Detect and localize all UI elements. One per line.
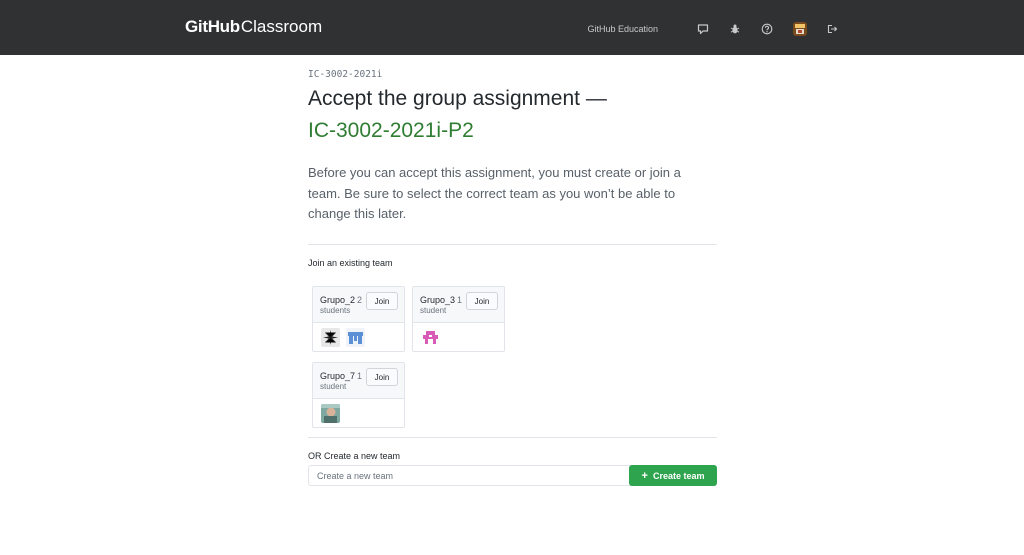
member-avatar[interactable] — [421, 328, 440, 347]
team-member-unit: student — [320, 382, 347, 391]
plus-icon: + — [641, 469, 648, 482]
course-name: IC-3002-2021i — [308, 69, 383, 80]
join-team-button[interactable]: Join — [366, 368, 398, 386]
team-name: Grupo_2 — [320, 295, 356, 305]
team-card-grupo-7: Grupo_7 1 student Join — [312, 362, 405, 428]
member-avatar[interactable] — [321, 404, 340, 423]
question-icon[interactable] — [760, 22, 774, 36]
join-team-button[interactable]: Join — [366, 292, 398, 310]
team-card-grupo-2: Grupo_2 2 students Join — [312, 286, 405, 352]
team-members — [313, 323, 404, 351]
team-card-grupo-3: Grupo_3 1 student Join — [412, 286, 505, 352]
assignment-title: IC-3002-2021i-P2 — [308, 119, 474, 142]
team-card-header: Grupo_7 1 student Join — [313, 363, 404, 399]
team-member-unit: students — [320, 306, 351, 315]
new-team-name-input[interactable] — [308, 465, 631, 486]
team-card-header: Grupo_3 1 student Join — [413, 287, 504, 323]
join-team-button[interactable]: Join — [466, 292, 498, 310]
divider — [308, 437, 717, 438]
divider — [308, 244, 717, 245]
team-member-count: 1 — [357, 371, 363, 381]
brand-bold: GitHub — [185, 17, 240, 36]
top-nav-links: GitHub Education — [587, 18, 839, 40]
team-member-unit: student — [420, 306, 447, 315]
create-section-title: OR Create a new team — [308, 451, 401, 461]
member-avatar[interactable] — [321, 328, 340, 347]
github-education-link[interactable]: GitHub Education — [587, 24, 658, 34]
team-member-count: 1 — [457, 295, 463, 305]
sign-out-icon[interactable] — [825, 22, 839, 36]
team-members — [313, 399, 404, 427]
team-card-header: Grupo_2 2 students Join — [313, 287, 404, 323]
github-classroom-logo[interactable]: GitHub Classroom — [185, 17, 322, 39]
user-avatar[interactable] — [793, 22, 807, 36]
create-team-label: Create team — [652, 470, 705, 481]
team-name: Grupo_3 — [420, 295, 456, 305]
brand-light: Classroom — [240, 17, 323, 36]
instructions-text: Before you can accept this assignment, y… — [308, 165, 681, 221]
comment-icon[interactable] — [696, 22, 710, 36]
page-title: Accept the group assignment — — [308, 87, 607, 110]
top-navigation-bar: GitHub Classroom GitHub Education — [0, 0, 1024, 55]
bug-icon[interactable] — [728, 22, 742, 36]
create-team-button[interactable]: + Create team — [629, 465, 717, 486]
team-name: Grupo_7 — [320, 371, 356, 381]
member-avatar[interactable] — [346, 328, 365, 347]
team-members — [413, 323, 504, 351]
team-member-count: 2 — [357, 295, 363, 305]
join-section-title: Join an existing team — [308, 258, 393, 268]
